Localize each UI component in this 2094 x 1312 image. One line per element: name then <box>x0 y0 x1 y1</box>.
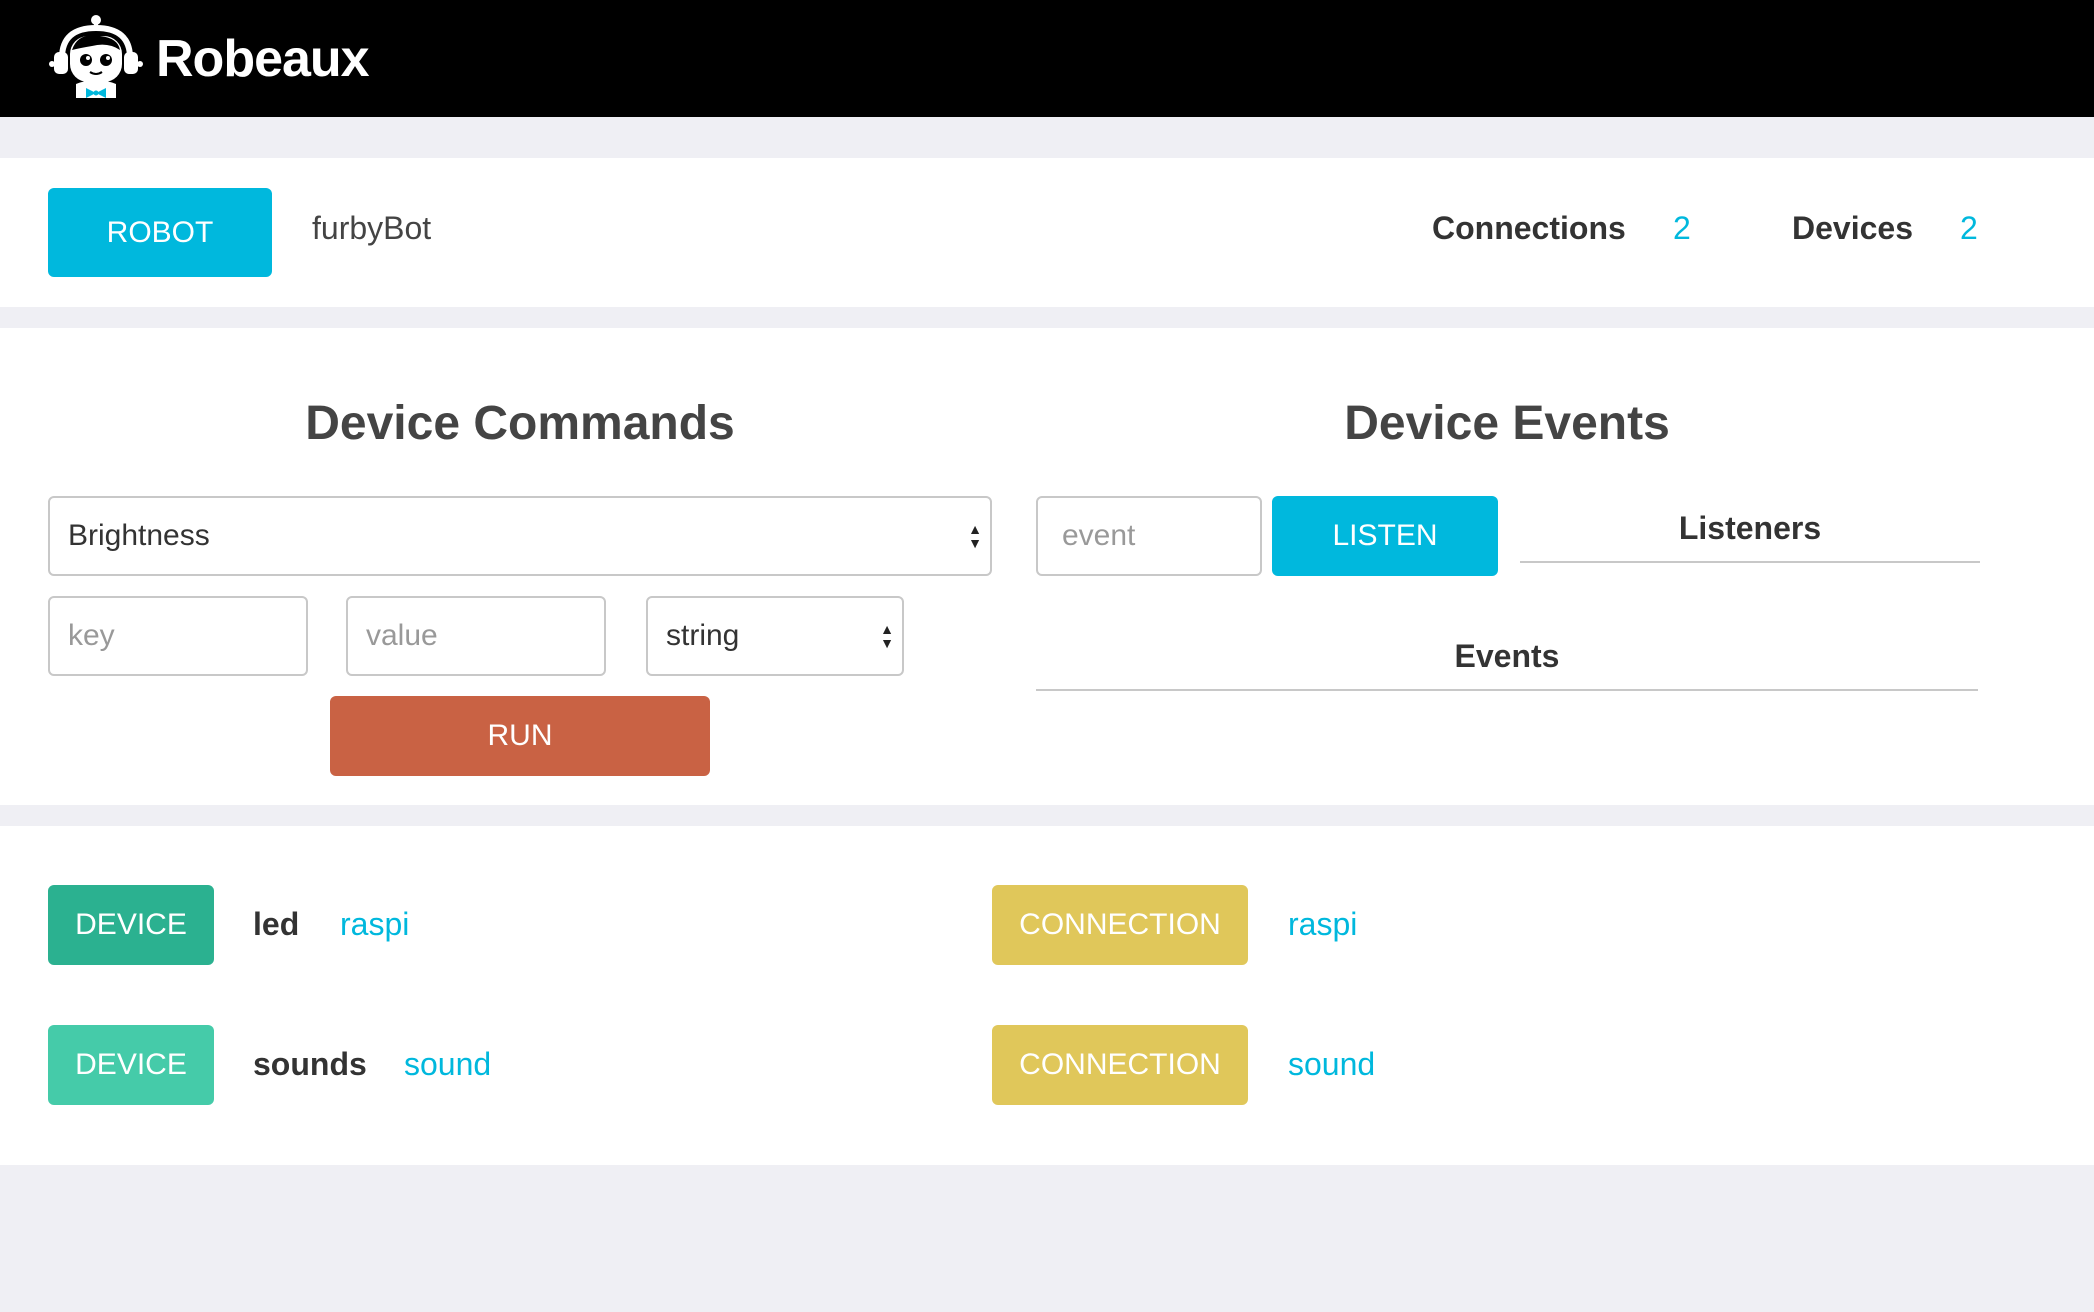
event-input[interactable]: event <box>1036 496 1262 576</box>
key-input[interactable]: key <box>48 596 308 676</box>
device-name: sounds <box>253 1046 367 1082</box>
robot-logo-icon <box>49 14 143 98</box>
key-input-placeholder: key <box>68 619 115 652</box>
app-logo-text: Robeaux <box>156 29 370 88</box>
devices-connections-panel: DEVICE led raspi DEVICE sounds sound CON… <box>0 826 2094 1165</box>
device-events-title: Device Events <box>1344 397 1670 450</box>
device-connection-link[interactable]: sound <box>404 1046 491 1083</box>
listen-button[interactable]: LISTEN <box>1272 496 1498 576</box>
value-input-placeholder: value <box>366 619 438 652</box>
device-badge[interactable]: DEVICE <box>48 1025 214 1105</box>
type-select-value: string <box>666 619 740 652</box>
connections-label: Connections <box>1432 210 1626 246</box>
type-select[interactable]: string ▲ ▼ <box>646 596 904 676</box>
device-badge[interactable]: DEVICE <box>48 885 214 965</box>
event-input-placeholder: event <box>1062 519 1136 552</box>
events-heading: Events <box>1036 638 1978 691</box>
device-connection-link[interactable]: raspi <box>340 906 409 943</box>
command-select-value: Brightness <box>68 519 210 552</box>
value-input[interactable]: value <box>346 596 606 676</box>
run-button[interactable]: RUN <box>330 696 710 776</box>
device-commands-title: Device Commands <box>305 397 735 450</box>
devices-label: Devices <box>1792 210 1913 246</box>
robot-summary-panel: ROBOT furbyBot Connections 2 Devices 2 <box>0 158 2094 307</box>
robot-badge[interactable]: ROBOT <box>48 188 272 277</box>
connections-count[interactable]: 2 <box>1673 210 1691 247</box>
device-name: led <box>253 906 300 942</box>
select-arrows-icon: ▲ ▼ <box>968 521 982 551</box>
connection-name-link[interactable]: sound <box>1288 1046 1375 1083</box>
top-bar: Robeaux <box>0 0 2094 117</box>
connection-badge[interactable]: CONNECTION <box>992 1025 1248 1105</box>
connection-badge[interactable]: CONNECTION <box>992 885 1248 965</box>
connection-name-link[interactable]: raspi <box>1288 906 1357 943</box>
devices-count[interactable]: 2 <box>1960 210 1978 247</box>
command-select[interactable]: Brightness ▲ ▼ <box>48 496 992 576</box>
robot-name: furbyBot <box>312 210 432 246</box>
listeners-heading: Listeners <box>1520 510 1980 563</box>
select-arrows-icon: ▲ ▼ <box>880 621 894 651</box>
commands-events-panel: Device Commands Brightness ▲ ▼ key value … <box>0 328 2094 805</box>
